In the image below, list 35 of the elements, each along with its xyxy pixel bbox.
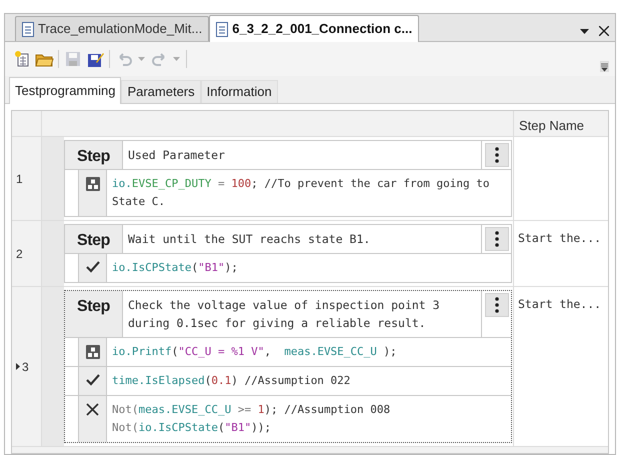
code-line: time.IsElapsed(0.1) //Assumption 022 [111, 373, 352, 389]
view-tab[interactable]: Parameters [121, 80, 201, 103]
step-button[interactable]: Step [65, 225, 123, 253]
step-description: Check the voltage value of inspection point 3 during 0.1sec for giving a reliable result. [127, 297, 441, 332]
row-number: 1 [16, 170, 23, 188]
dropdown-caret-icon[interactable] [580, 28, 589, 34]
step-button[interactable]: Step [65, 291, 123, 337]
document-tab[interactable]: 6_3_2_2_001_Connection c... [209, 15, 420, 42]
save-icon [64, 50, 82, 68]
column-header: Step Name [518, 117, 586, 135]
vertical-dots-icon [494, 231, 498, 247]
step-button[interactable]: Step [65, 141, 123, 169]
new-document-icon [12, 50, 32, 68]
row-number: 2 [16, 246, 23, 262]
step-name: Start the... [518, 297, 602, 311]
document-icon [216, 22, 228, 36]
more-menu-button[interactable] [484, 143, 508, 167]
overflow-menu-icon[interactable] [600, 60, 609, 72]
more-menu-button[interactable] [484, 227, 508, 251]
view-tab[interactable]: Information [200, 80, 278, 103]
step-name: Start the... [518, 231, 602, 245]
code-line: io.Printf("CC_U = %1 V", meas.EVSE_CC_U ); [111, 344, 398, 360]
more-menu-button[interactable] [484, 293, 508, 317]
code-line: Not(meas.EVSE_CC_U >= 1); //Assumption 008 Not(io.IsCPState("B1")); [111, 402, 392, 436]
vertical-dots-icon [494, 147, 498, 163]
step-description: Wait until the SUT reachs state B1. [127, 231, 372, 248]
document-tab[interactable]: Trace_emulationMode_Mit... [15, 16, 210, 41]
vertical-dots-icon [494, 297, 498, 313]
code-line: io.IsCPState("B1"); [111, 260, 239, 276]
row-number: 3 [22, 358, 29, 376]
step-description: Used Parameter [127, 147, 226, 164]
view-tab[interactable]: Testprogramming [9, 77, 122, 104]
code-line: io.EVSE_CP_DUTY = 100; //To prevent the car from going to State C. [111, 176, 491, 210]
close-icon[interactable] [599, 26, 609, 36]
document-icon [22, 22, 34, 36]
